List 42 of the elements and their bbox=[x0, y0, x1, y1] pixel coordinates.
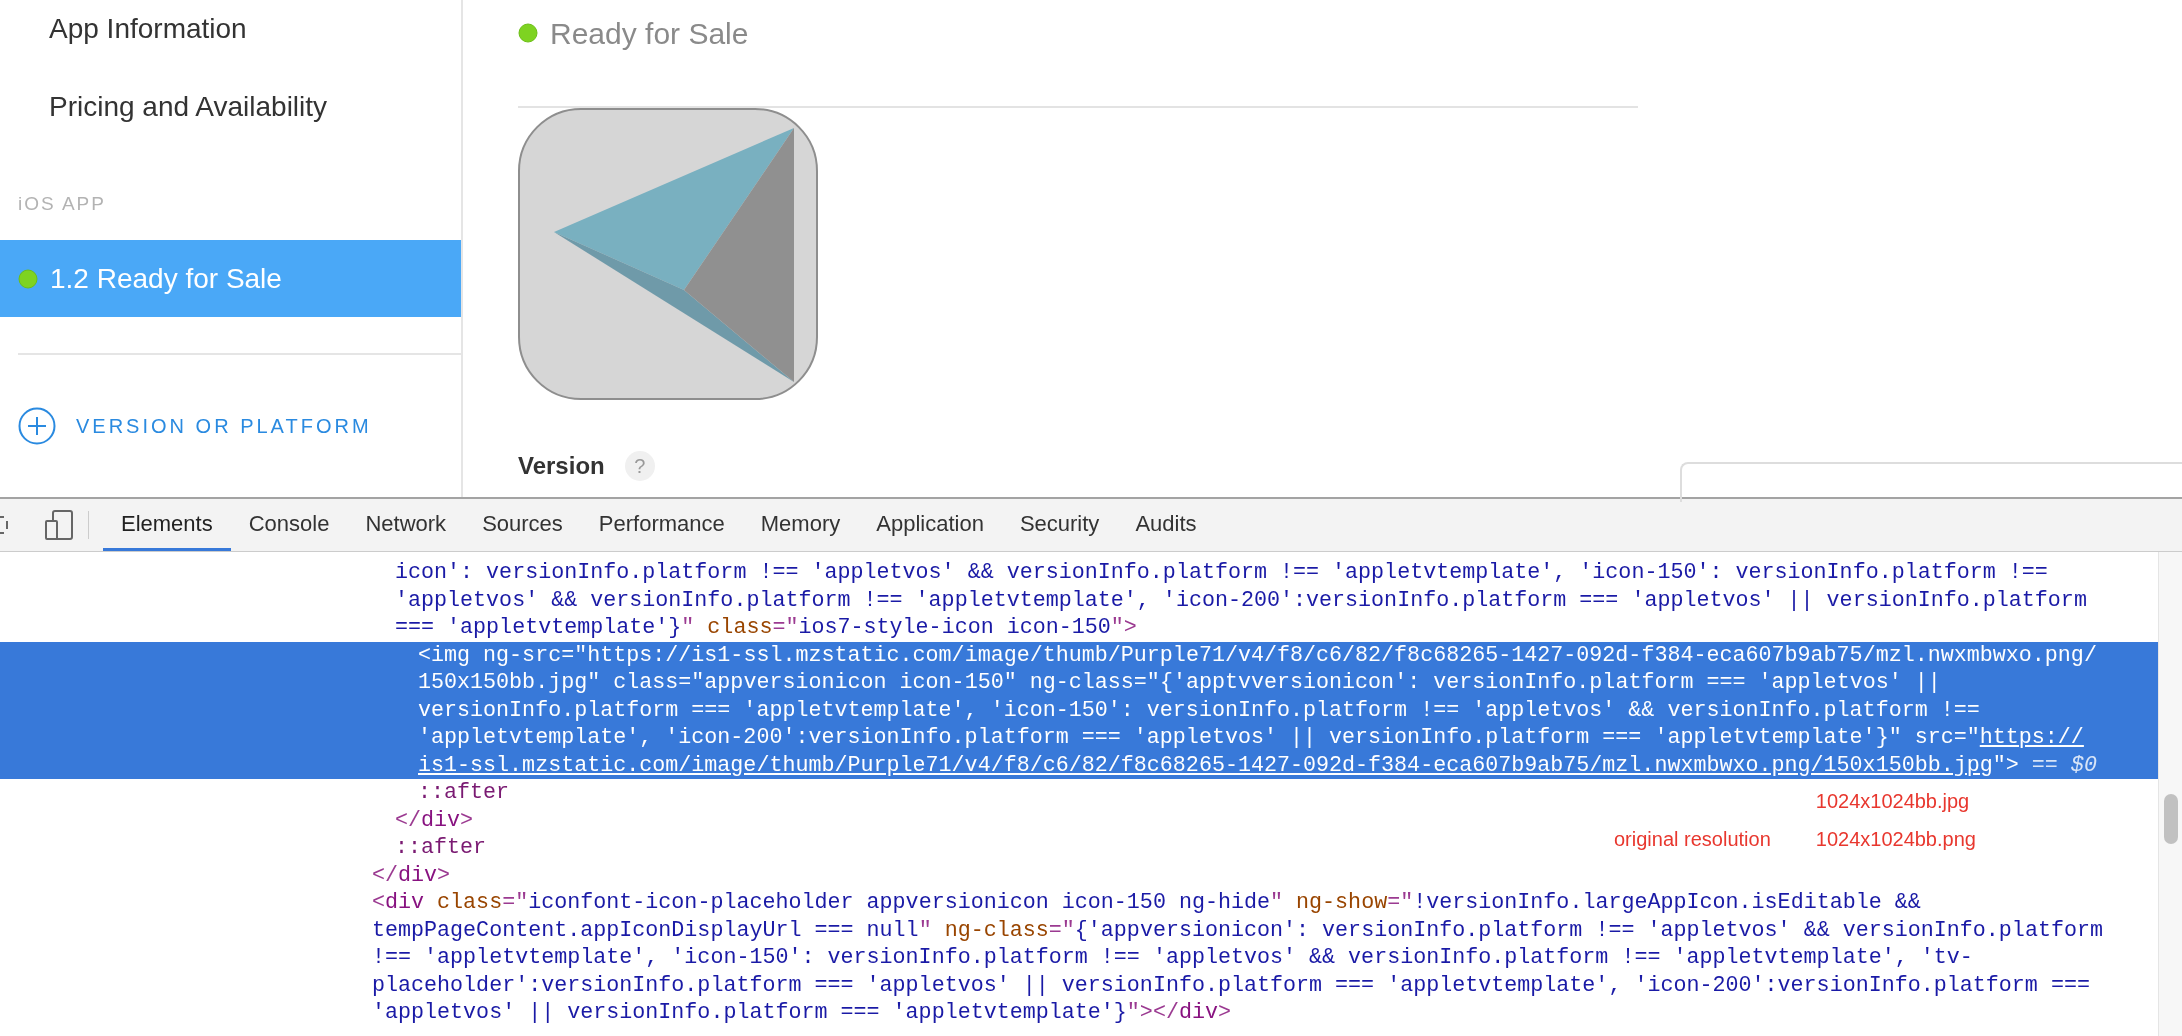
code-line: !== 'appletvtemplate', 'icon-150': versionInfo.platform !== 'appletvos' && versionInfo.platform !== 'appletvtemplate', 'tv- bbox=[372, 945, 1973, 970]
code-line: 'appletvos' && versionInfo.platform !== 'appletvtemplate', 'icon-200':versionInfo.platform === 'appletvos' || versionInfo.platform bbox=[395, 587, 2087, 613]
code-line: === 'appletvtemplate'}" class="ios7-style-icon icon-150"> bbox=[395, 615, 1137, 640]
code-line: is1-ssl.mzstatic.com/image/thumb/Purple71/v4/f8/c6/82/f8c68265-1427-092d-f384-eca607b9ab75/mzl.nwxmbwxo.png/150x150bb.jpg"> == $0 bbox=[418, 752, 2097, 778]
device-icon[interactable] bbox=[44, 509, 74, 541]
code-line: </div> bbox=[395, 807, 474, 833]
code-line: 'appletvos' || versionInfo.platform === 'appletvtemplate'}"></div> bbox=[372, 1000, 1231, 1025]
devtools-tab[interactable]: Network bbox=[347, 499, 465, 551]
code-line: tempPageContent.appIconDisplayUrl === null" ng-class="{'appversionicon': versionInfo.platform !== 'appletvos' && versionInfo.platform bbox=[372, 917, 2103, 943]
devtools-tab[interactable]: Memory bbox=[742, 499, 859, 551]
status-dot-icon bbox=[518, 23, 538, 43]
hint-label: original resolution bbox=[1614, 827, 1771, 852]
devtools-tab[interactable]: Performance bbox=[580, 499, 743, 551]
code-line: <img ng-src="https://is1-ssl.mzstatic.com/image/thumb/Purple71/v4/f8/c6/82/f8c68265-1427-092d-f384-eca607b9ab75/mzl.nwxmbwxo.png/ bbox=[418, 642, 2097, 668]
code-line: placeholder':versionInfo.platform === 'appletvos' || versionInfo.platform === 'appletvtemplate', 'icon-200':versionInfo.platform === bbox=[372, 972, 2090, 998]
code-line: <div class="iconfont-icon-placeholder appversionicon icon-150 ng-hide" ng-show="!versionInfo.largeAppIcon.isEditable && bbox=[372, 890, 1921, 915]
add-version-button[interactable]: VERSION OR PLATFORM bbox=[0, 390, 372, 462]
devtools-tab[interactable]: Application bbox=[858, 499, 1002, 551]
devtools-tab[interactable]: Console bbox=[230, 499, 348, 551]
sidebar-item[interactable]: App Information bbox=[0, 0, 461, 58]
status-dot-icon bbox=[18, 268, 38, 289]
code-line: 'appletvtemplate', 'icon-200':versionInfo.platform === 'appletvos' || versionInfo.platform === 'appletvtemplate'}" src="https:// bbox=[418, 725, 2084, 750]
scrollbar-thumb[interactable] bbox=[2164, 794, 2178, 844]
scrollbar[interactable] bbox=[2158, 552, 2182, 1036]
devtools-tab[interactable]: Sources bbox=[464, 499, 581, 551]
devtools-tab[interactable]: Elements bbox=[103, 499, 231, 551]
code-line: versionInfo.platform === 'appletvtemplate', 'icon-150': versionInfo.platform !== 'appletvos' && versionInfo.platform !== bbox=[418, 697, 1980, 723]
code-line: </div> bbox=[372, 862, 451, 888]
sidebar-item[interactable]: Pricing and Availability bbox=[0, 58, 461, 156]
field-label: Version bbox=[518, 451, 605, 481]
devtools-tab[interactable]: Security bbox=[1001, 499, 1118, 551]
hint-value: 1024x1024bb.png bbox=[1815, 827, 1976, 852]
status-label: Ready for Sale bbox=[550, 15, 749, 52]
devtools-tab[interactable]: Audits bbox=[1117, 499, 1215, 551]
hint-value: 1024x1024bb.jpg bbox=[1815, 789, 1971, 814]
app-icon bbox=[518, 108, 818, 400]
section-header: iOS APP bbox=[17, 191, 106, 216]
code-line: ::after bbox=[395, 835, 487, 860]
code-line: icon': versionInfo.platform !== 'appletvos' && versionInfo.platform !== 'appletvtemplate', 'icon-150': versionInfo.platform !== bbox=[395, 560, 2048, 585]
code-line: ::after bbox=[418, 780, 510, 805]
plus-circle-icon bbox=[18, 407, 56, 445]
code-line: 150x150bb.jpg" class="appversionicon icon-150" ng-class="{'apptvversionicon': versionInfo.platform === 'appletvos' || bbox=[418, 670, 1941, 695]
